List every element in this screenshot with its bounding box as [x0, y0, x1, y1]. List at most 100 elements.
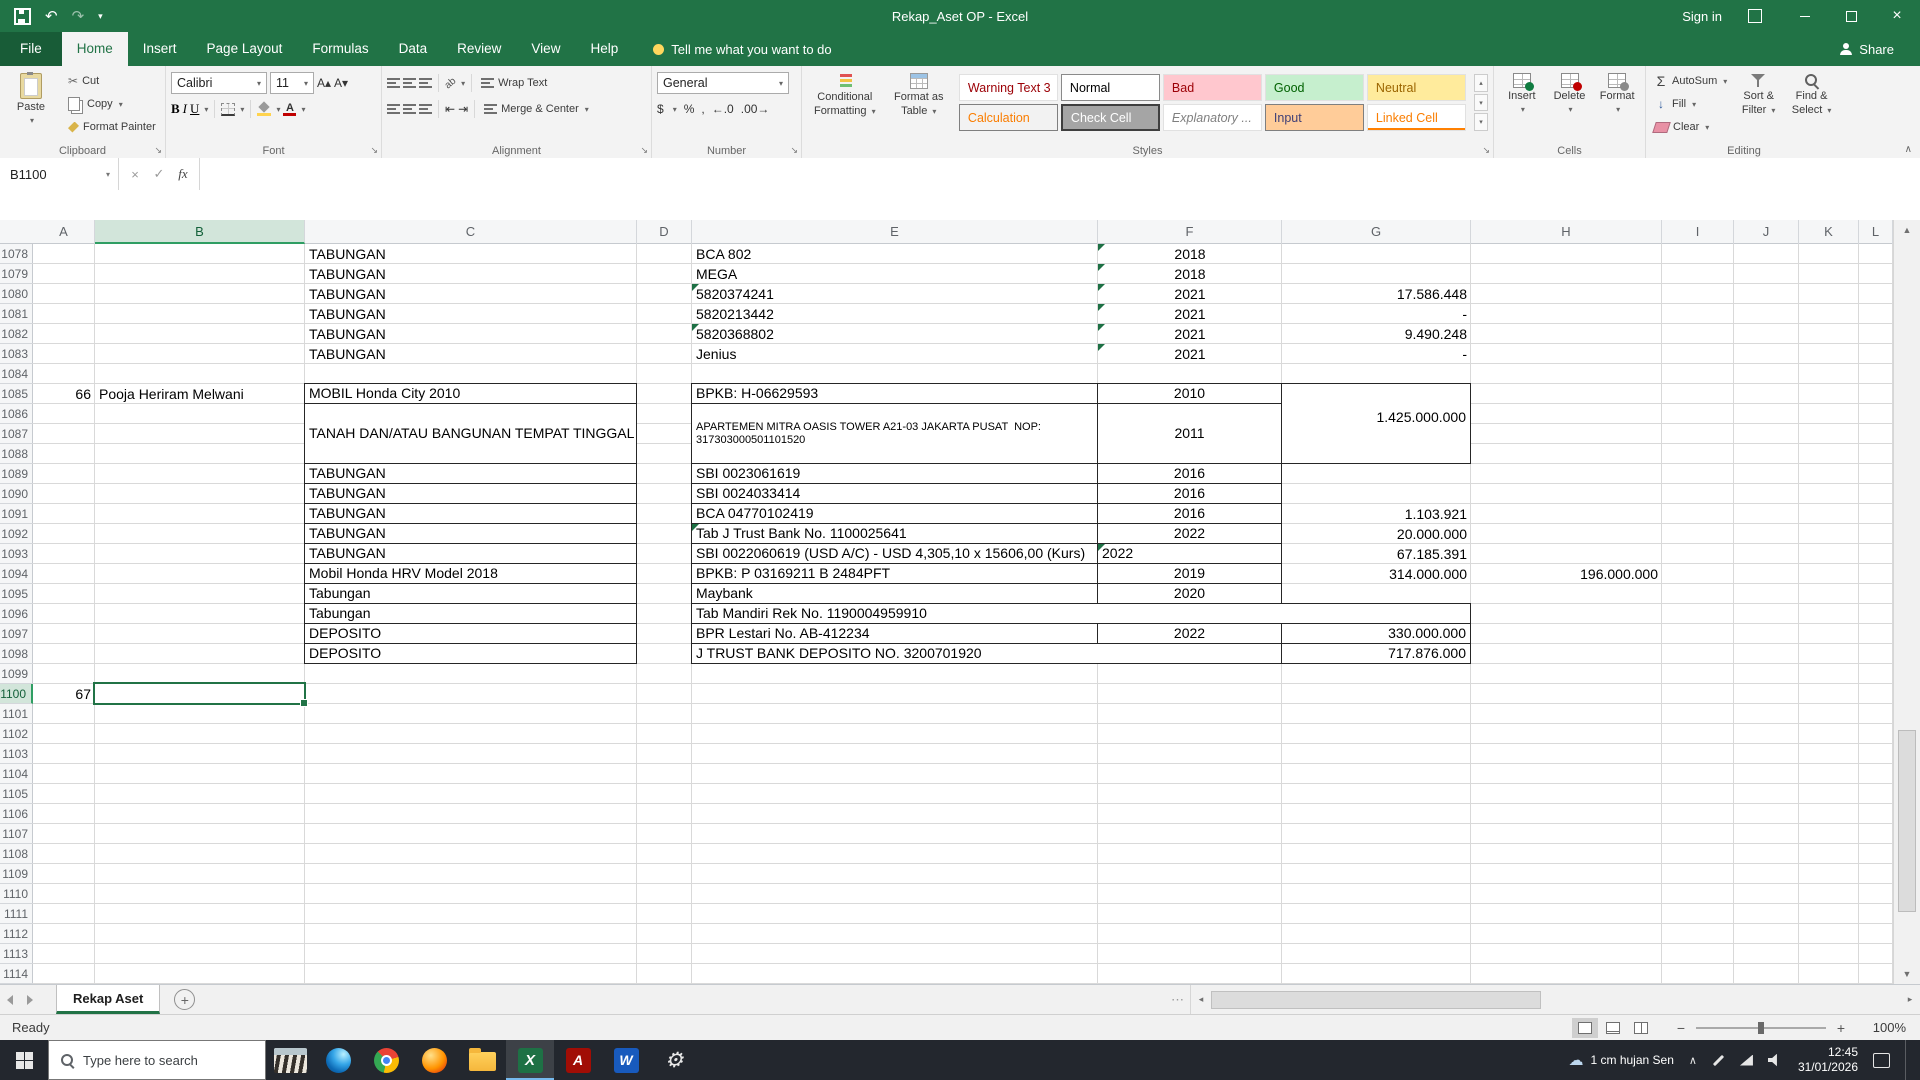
comma-style-icon[interactable]: ,: [701, 102, 704, 116]
cell-F1079[interactable]: 2018: [1098, 264, 1282, 284]
alignment-dialog-launcher-icon[interactable]: ↘: [640, 145, 648, 156]
cell-G1098[interactable]: 717.876.000: [1281, 643, 1471, 664]
acrobat-taskbar-icon[interactable]: [554, 1040, 602, 1080]
cell-E1092[interactable]: Tab J Trust Bank No. 1100025641: [691, 523, 1098, 544]
column-header-E[interactable]: E: [692, 220, 1098, 244]
column-header-G[interactable]: G: [1282, 220, 1471, 244]
column-header-H[interactable]: H: [1471, 220, 1662, 244]
sheet-tab-rekap-aset[interactable]: Rekap Aset: [56, 985, 160, 1014]
row-header-1094[interactable]: 1094: [0, 564, 33, 584]
cell-G1083[interactable]: -: [1282, 344, 1471, 364]
row-header-1088[interactable]: 1088: [0, 444, 33, 464]
cell-E1090[interactable]: SBI 0024033414: [691, 483, 1098, 504]
cell-C1097[interactable]: DEPOSITO: [304, 623, 637, 644]
cell-F1082[interactable]: 2021: [1098, 324, 1282, 344]
row-header-1078[interactable]: 1078: [0, 244, 33, 264]
pen-icon[interactable]: [1713, 1054, 1724, 1065]
cell-style-neutral[interactable]: Neutral: [1367, 74, 1466, 101]
paste-dropdown-icon[interactable]: ▾: [30, 115, 34, 127]
cell-C1081[interactable]: TABUNGAN: [305, 304, 637, 324]
accounting-format-icon[interactable]: $: [657, 102, 664, 116]
cell-C1094[interactable]: Mobil Honda HRV Model 2018: [304, 563, 637, 584]
find-select-button[interactable]: Find & Select ▾: [1786, 70, 1837, 140]
ribbon-display-options-icon[interactable]: [1748, 9, 1762, 23]
new-sheet-button[interactable]: +: [174, 989, 195, 1010]
column-header-C[interactable]: C: [305, 220, 637, 244]
horizontal-scroll-thumb[interactable]: [1211, 991, 1541, 1009]
chrome-taskbar-icon[interactable]: [362, 1040, 410, 1080]
styles-dialog-launcher-icon[interactable]: ↘: [1482, 145, 1490, 156]
fill-color-icon[interactable]: [257, 103, 271, 116]
cell-style-normal[interactable]: Normal: [1061, 74, 1160, 101]
cell-F1095[interactable]: 2020: [1097, 583, 1282, 604]
cell-G1093[interactable]: 67.185.391: [1282, 544, 1471, 564]
cell-E1079[interactable]: MEGA: [692, 264, 1098, 284]
sheet-nav-left-icon[interactable]: [7, 995, 13, 1005]
settings-taskbar-icon[interactable]: [650, 1040, 698, 1080]
autosum-button[interactable]: ΣAutoSum▾: [1651, 70, 1731, 92]
column-header-L[interactable]: L: [1859, 220, 1893, 244]
save-icon[interactable]: [14, 8, 31, 25]
cell-C1083[interactable]: TABUNGAN: [305, 344, 637, 364]
row-header-1086[interactable]: 1086: [0, 404, 33, 424]
cell-F1080[interactable]: 2021: [1098, 284, 1282, 304]
row-header-1089[interactable]: 1089: [0, 464, 33, 484]
cell-F1085[interactable]: 2010: [1097, 383, 1282, 404]
minimize-button[interactable]: [1782, 0, 1828, 32]
firefox-taskbar-icon[interactable]: [410, 1040, 458, 1080]
decrease-indent-icon[interactable]: ⇤: [445, 102, 455, 116]
italic-button[interactable]: I: [183, 101, 187, 117]
cell-F1093[interactable]: 2022: [1097, 543, 1282, 564]
cell-E1082[interactable]: 5820368802: [692, 324, 1098, 344]
insert-function-icon[interactable]: fx: [171, 166, 195, 182]
cell-C1089[interactable]: TABUNGAN: [304, 463, 637, 484]
column-header-J[interactable]: J: [1734, 220, 1799, 244]
font-size-select[interactable]: 11▾: [270, 72, 314, 94]
enter-icon[interactable]: ✓: [147, 166, 171, 182]
cell-style-linked-cell[interactable]: Linked Cell: [1367, 104, 1466, 131]
cancel-icon[interactable]: ×: [123, 167, 147, 182]
fill-button[interactable]: ↓Fill▾: [1651, 93, 1731, 115]
row-header-1113[interactable]: 1113: [0, 944, 33, 964]
cell-style-bad[interactable]: Bad: [1163, 74, 1262, 101]
ribbon-tab-formulas[interactable]: Formulas: [297, 32, 383, 66]
cell-E1083[interactable]: Jenius: [692, 344, 1098, 364]
underline-button[interactable]: U: [190, 101, 199, 117]
row-header-1104[interactable]: 1104: [0, 764, 33, 784]
cell-C1098[interactable]: DEPOSITO: [304, 643, 637, 664]
cell-G1091[interactable]: 1.103.921: [1282, 504, 1471, 524]
ribbon-tab-view[interactable]: View: [516, 32, 575, 66]
cell-F1091[interactable]: 2016: [1097, 503, 1282, 524]
column-header-A[interactable]: A: [33, 220, 95, 244]
collapse-ribbon-icon[interactable]: ∧: [1905, 144, 1912, 155]
row-header-1092[interactable]: 1092: [0, 524, 33, 544]
cut-button[interactable]: ✂Cut: [65, 70, 159, 92]
cell-style-calculation[interactable]: Calculation: [959, 104, 1058, 131]
cell-E1081[interactable]: 5820213442: [692, 304, 1098, 324]
percent-style-icon[interactable]: %: [684, 102, 695, 116]
increase-indent-icon[interactable]: ⇥: [458, 102, 468, 116]
row-header-1112[interactable]: 1112: [0, 924, 33, 944]
insert-cells-button[interactable]: Insert ▾: [1499, 70, 1545, 140]
close-button[interactable]: ×: [1874, 0, 1920, 32]
zoom-out-button[interactable]: −: [1670, 1020, 1692, 1036]
cell-F1086[interactable]: 2011: [1097, 403, 1282, 464]
align-right-icon[interactable]: [419, 104, 432, 115]
sort-filter-button[interactable]: Sort & Filter ▾: [1733, 70, 1784, 140]
network-icon[interactable]: [1740, 1055, 1753, 1066]
start-button[interactable]: [0, 1040, 48, 1080]
cell-style-check-cell[interactable]: Check Cell: [1061, 104, 1160, 131]
row-header-1079[interactable]: 1079: [0, 264, 33, 284]
cell-E1096[interactable]: Tab Mandiri Rek No. 1190004959910: [691, 603, 1471, 624]
row-header-1091[interactable]: 1091: [0, 504, 33, 524]
center-icon[interactable]: [403, 104, 416, 115]
cell-G1080[interactable]: 17.586.448: [1282, 284, 1471, 304]
row-header-1100[interactable]: 1100: [0, 684, 33, 704]
gallery-scroll-up-icon[interactable]: ▴: [1474, 74, 1488, 92]
row-header-1103[interactable]: 1103: [0, 744, 33, 764]
tell-me-box[interactable]: Tell me what you want to do: [653, 42, 831, 57]
cell-C1082[interactable]: TABUNGAN: [305, 324, 637, 344]
zoom-level[interactable]: 100%: [1860, 1020, 1906, 1035]
increase-font-size-button[interactable]: A▴: [317, 76, 331, 90]
row-header-1083[interactable]: 1083: [0, 344, 33, 364]
